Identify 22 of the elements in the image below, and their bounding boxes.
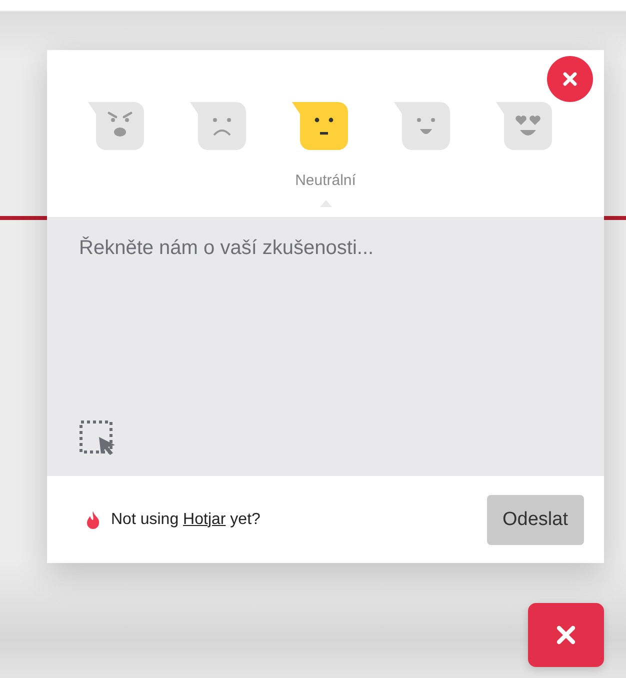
- happy-face-button[interactable]: [394, 102, 452, 150]
- sad-face-icon: [190, 102, 248, 150]
- neutral-face-icon: [292, 102, 350, 150]
- send-button[interactable]: Odeslat: [486, 494, 584, 544]
- angry-face-icon: [88, 102, 146, 150]
- neutral-face-button[interactable]: [292, 102, 350, 150]
- love-face-icon: [496, 102, 554, 150]
- close-icon: [555, 624, 577, 646]
- happy-face-icon: [394, 102, 452, 150]
- love-face-button[interactable]: [496, 102, 554, 150]
- sad-face-button[interactable]: [190, 102, 248, 150]
- rating-label: Neutrální: [295, 172, 356, 189]
- flame-icon: [85, 510, 101, 528]
- screenshot-select-button[interactable]: [79, 420, 117, 458]
- close-button[interactable]: [528, 603, 604, 667]
- selection-cursor-icon: [79, 420, 117, 458]
- promo-text: Not using Hotjar yet?: [111, 510, 260, 528]
- feedback-field[interactable]: Řekněte nám o vaší zkušenosti...: [47, 217, 604, 476]
- angry-face-button[interactable]: [88, 102, 146, 150]
- close-icon: [562, 71, 578, 87]
- hotjar-link[interactable]: Hotjar: [183, 510, 226, 528]
- close-button[interactable]: [547, 56, 593, 102]
